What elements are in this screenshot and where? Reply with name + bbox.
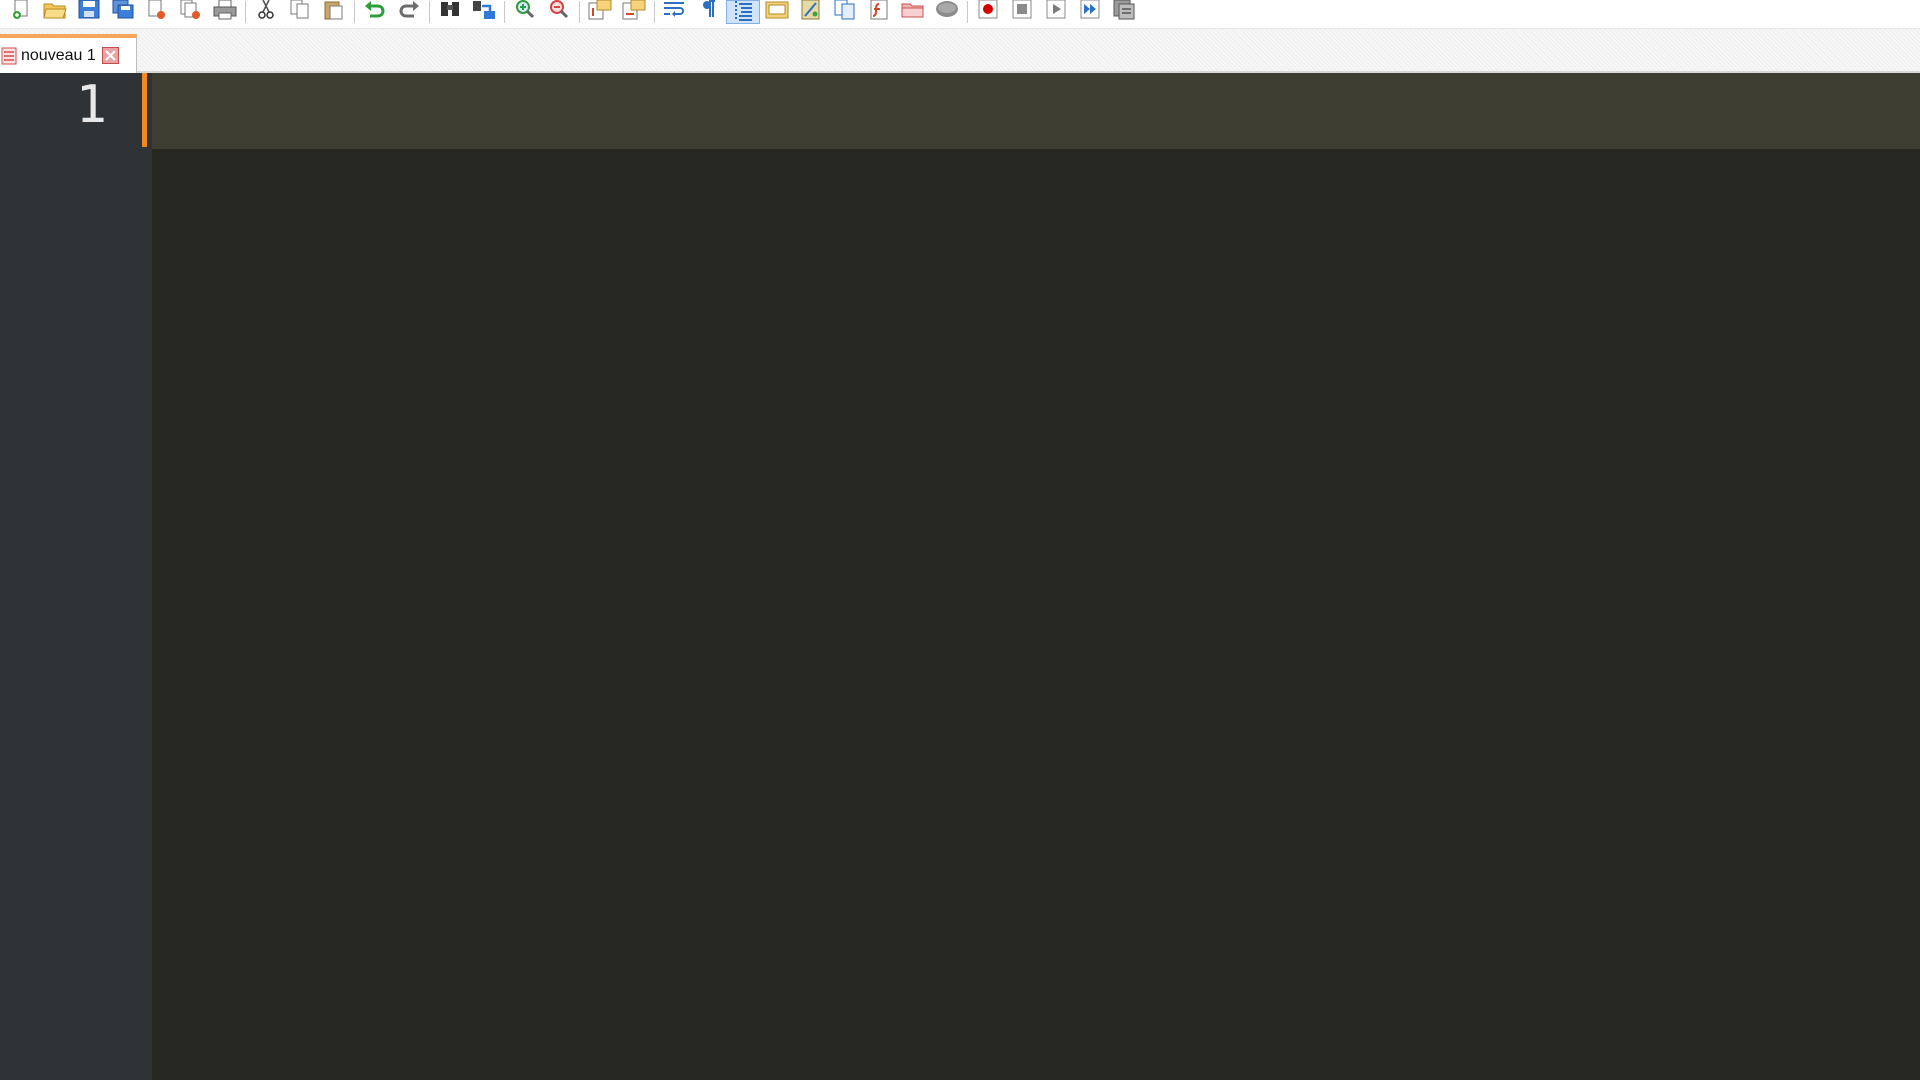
sync-horizontal-button[interactable] [617, 0, 651, 24]
zoom-out-icon [550, 0, 569, 19]
toolbar [0, 0, 1920, 29]
open-file-button[interactable] [38, 0, 72, 24]
open-folder-icon [43, 3, 67, 19]
line-number-gutter: 1 [0, 73, 152, 1080]
user-language-button[interactable] [760, 0, 794, 24]
sync-vertical-icon [588, 0, 612, 20]
text-editing-area[interactable] [152, 149, 1920, 1080]
new-file-button[interactable] [4, 0, 38, 24]
fast-forward-icon [1080, 0, 1100, 19]
paste-icon [324, 1, 343, 20]
document-list-button[interactable] [828, 0, 862, 24]
record-icon [978, 0, 998, 19]
function-list-icon [870, 0, 888, 20]
sync-vertical-button[interactable] [583, 0, 617, 24]
save-macro-button[interactable] [1107, 0, 1141, 24]
close-all-icon [180, 0, 200, 19]
unsaved-file-icon [1, 47, 17, 64]
copy-button[interactable] [283, 0, 317, 24]
editor-area: 1 [0, 73, 1920, 1080]
save-button[interactable] [72, 0, 106, 24]
binoculars-icon [441, 2, 459, 16]
redo-button[interactable] [392, 0, 426, 24]
toolbar-separator [429, 1, 430, 23]
paste-button[interactable] [317, 0, 351, 24]
find-button[interactable] [433, 0, 467, 24]
sync-horizontal-icon [622, 0, 646, 20]
playback-macro-button[interactable] [1039, 0, 1073, 24]
undo-button[interactable] [358, 0, 392, 24]
monitoring-icon [936, 1, 958, 17]
stop-icon [1012, 0, 1032, 19]
zoom-in-button[interactable] [508, 0, 542, 24]
toolbar-separator [579, 1, 580, 23]
printer-icon [213, 0, 237, 20]
indent-guide-button[interactable] [726, 0, 760, 24]
folder-workspace-icon [901, 3, 924, 18]
toolbar-separator [245, 1, 246, 23]
new-file-icon [13, 0, 28, 19]
cut-button[interactable] [249, 0, 283, 24]
save-icon [78, 0, 100, 19]
save-all-button[interactable] [106, 0, 140, 24]
line-number: 1 [75, 75, 107, 135]
close-all-button[interactable] [174, 0, 208, 24]
tab-bar: nouveau 1 [0, 29, 1920, 73]
tab-nouveau-1[interactable]: nouveau 1 [0, 34, 137, 73]
indent-guide-icon [735, 1, 752, 21]
pilcrow-icon [703, 0, 715, 17]
undo-icon [365, 1, 385, 18]
language-icon [765, 1, 789, 19]
replace-icon [473, 1, 495, 19]
change-history-marker [142, 73, 147, 147]
word-wrap-button[interactable] [658, 0, 692, 24]
word-wrap-icon [664, 2, 684, 17]
run-macro-multiple-button[interactable] [1073, 0, 1107, 24]
save-all-icon [112, 0, 134, 19]
notepad-plus-plus-window: nouveau 1 1 [0, 0, 1920, 1080]
zoom-in-icon [516, 0, 535, 19]
print-button[interactable] [208, 0, 242, 24]
current-line-highlight[interactable] [152, 73, 1920, 149]
play-icon [1046, 0, 1066, 19]
stop-recording-button[interactable] [1005, 0, 1039, 24]
toolbar-separator [654, 1, 655, 23]
toolbar-separator [967, 1, 968, 23]
close-tab-icon[interactable] [101, 47, 119, 64]
close-file-icon [148, 0, 165, 19]
function-list-button[interactable] [862, 0, 896, 24]
toolbar-separator [504, 1, 505, 23]
document-list-icon [834, 0, 855, 20]
copy-icon [290, 0, 309, 19]
document-map-icon [801, 0, 820, 20]
zoom-out-button[interactable] [542, 0, 576, 24]
record-macro-button[interactable] [971, 0, 1005, 24]
show-all-characters-button[interactable] [692, 0, 726, 24]
folder-as-workspace-button[interactable] [896, 0, 930, 24]
monitoring-button[interactable] [930, 0, 964, 24]
document-map-button[interactable] [794, 0, 828, 24]
replace-button[interactable] [467, 0, 501, 24]
redo-icon [399, 1, 419, 18]
toolbar-separator [354, 1, 355, 23]
tab-label: nouveau 1 [21, 46, 96, 64]
save-macro-icon [1113, 0, 1135, 20]
close-file-button[interactable] [140, 0, 174, 24]
scissors-icon [258, 0, 274, 19]
